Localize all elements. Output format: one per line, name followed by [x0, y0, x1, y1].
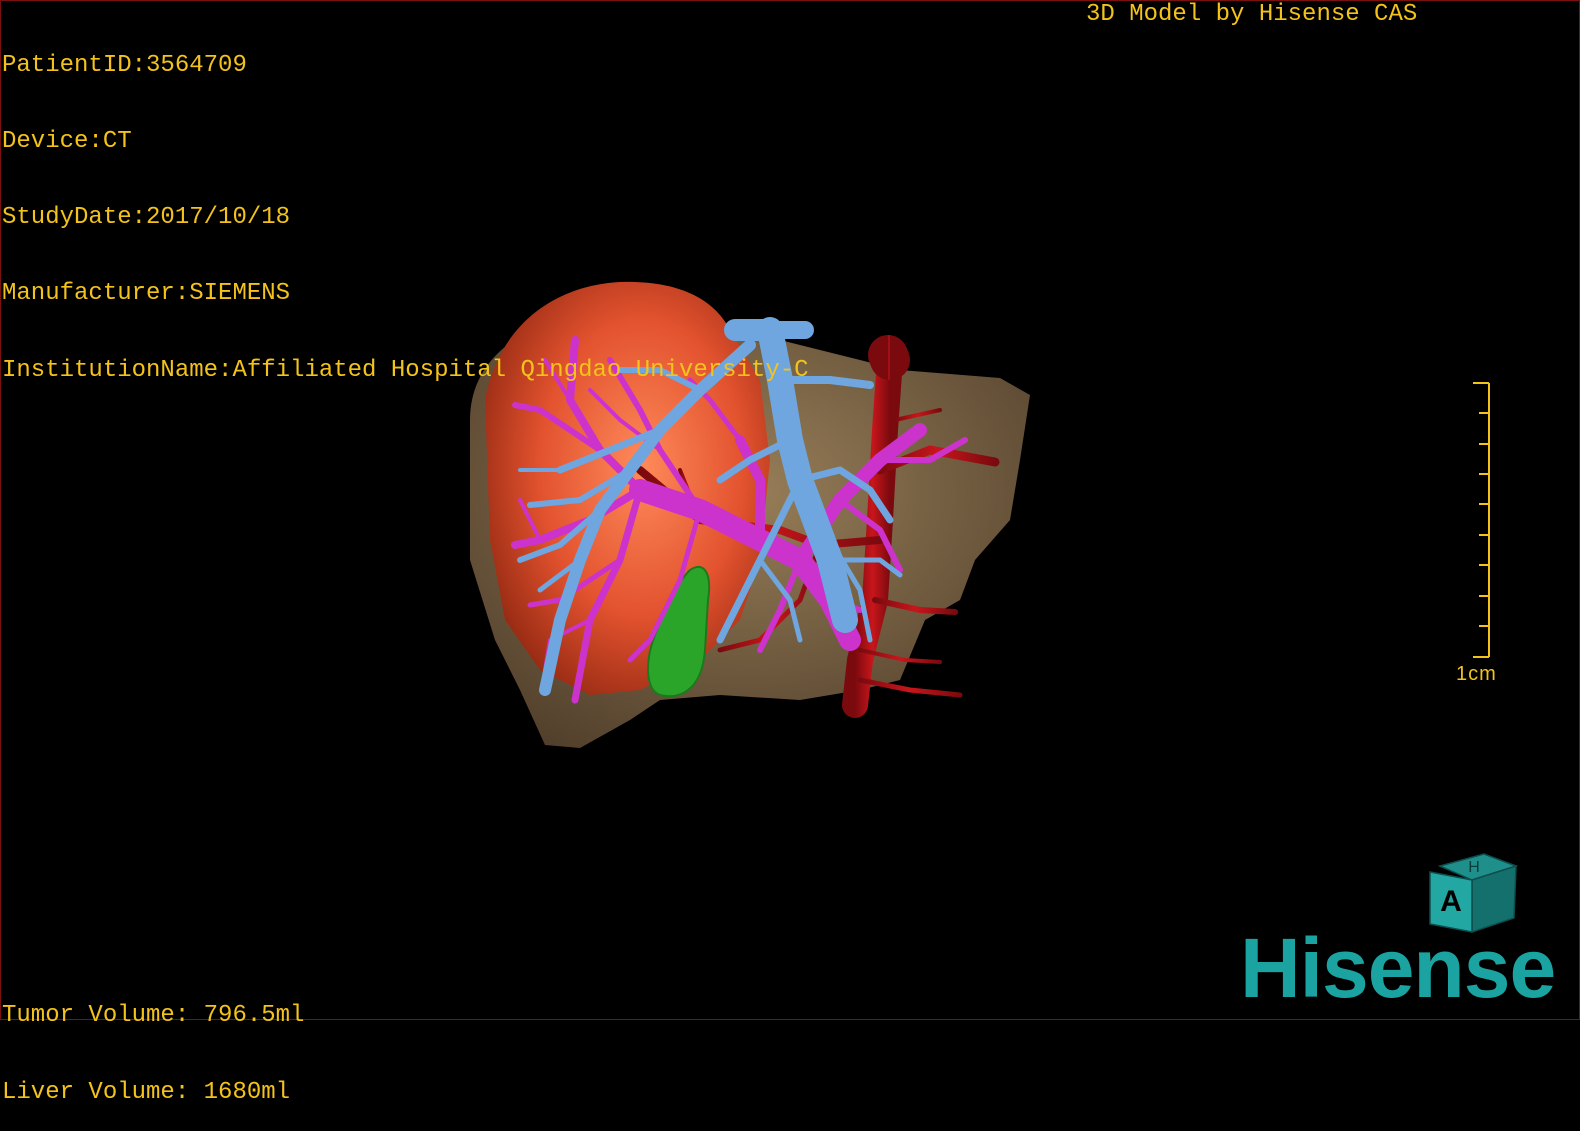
patient-info: PatientID:3564709 Device:CT StudyDate:20… — [2, 2, 809, 408]
study-date: StudyDate:2017/10/18 — [2, 204, 291, 232]
scale-label: 1cm — [1456, 663, 1497, 685]
model-credit: 3D Model by Hisense CAS — [1086, 1, 1418, 28]
volume-info: Tumor Volume: 796.5ml Liver Volume: 1680… — [2, 952, 304, 1131]
hisense-logo: Hisense — [1240, 921, 1556, 1015]
tumor-volume: Tumor Volume: 796.5ml — [2, 1002, 305, 1030]
institution-name: InstitutionName:Affiliated Hospital Qing… — [2, 356, 809, 384]
liver-volume: Liver Volume: 1680ml — [2, 1078, 291, 1106]
manufacturer: Manufacturer:SIEMENS — [2, 280, 291, 308]
device: Device:CT — [2, 128, 132, 156]
scale-bar — [1473, 382, 1490, 658]
patient-id: PatientID:3564709 — [2, 51, 247, 79]
cube-front-label: A — [1440, 885, 1462, 918]
cube-top-label: H — [1468, 859, 1480, 876]
